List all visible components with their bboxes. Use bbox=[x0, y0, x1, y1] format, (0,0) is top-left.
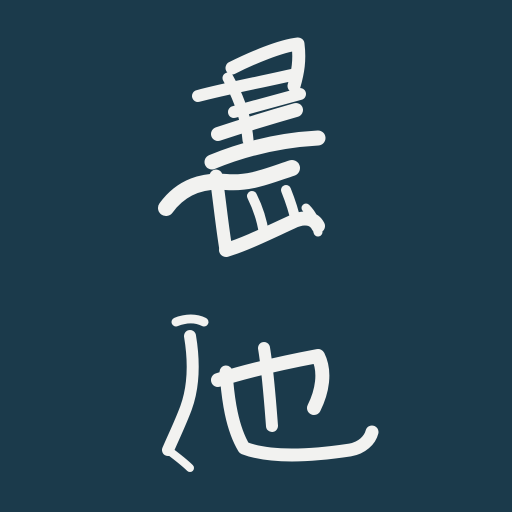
logo-canvas bbox=[0, 0, 512, 512]
brush-stroke bbox=[258, 342, 278, 432]
app-icon bbox=[0, 0, 512, 512]
brush-stroke bbox=[171, 314, 209, 327]
